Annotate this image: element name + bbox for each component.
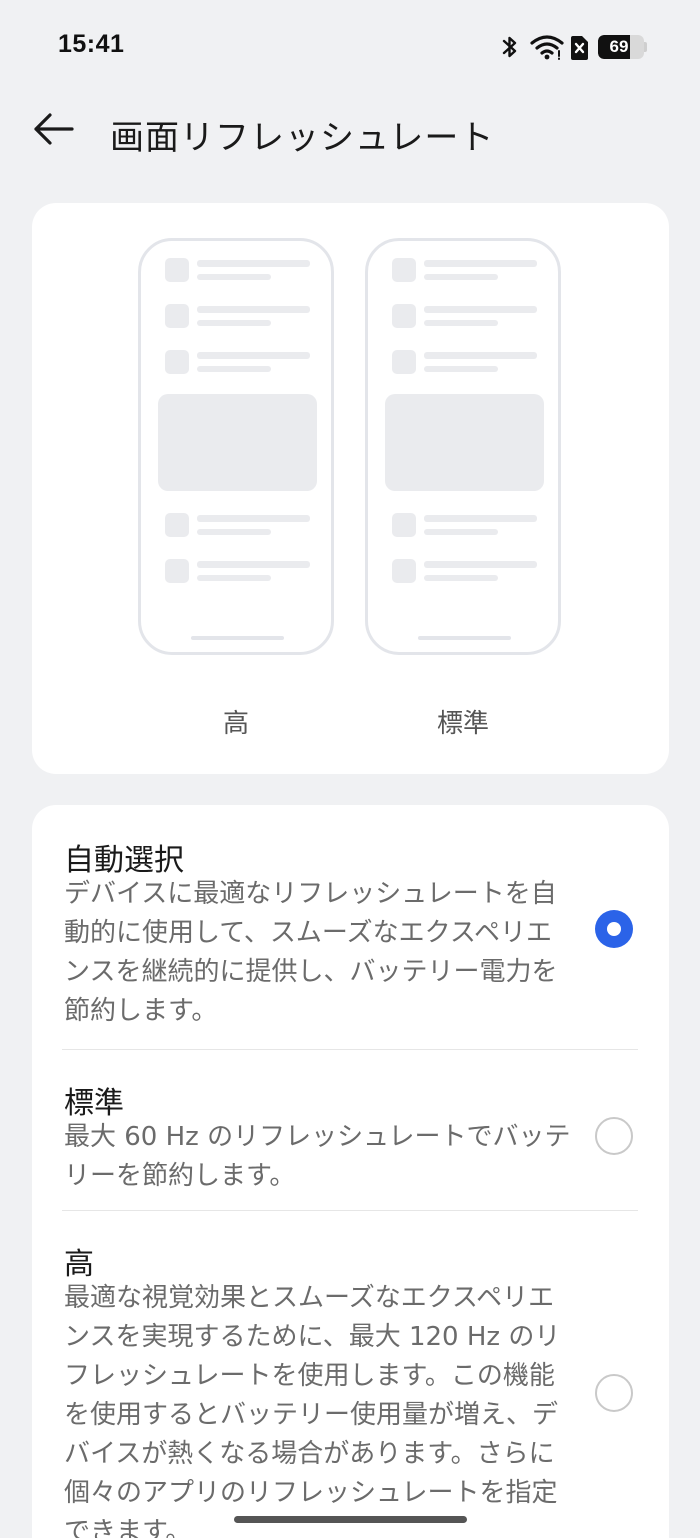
- preview-image-block: [158, 394, 317, 491]
- preview-image-block: [385, 394, 544, 491]
- preview-list-item: [165, 258, 313, 282]
- preview-list-item: [392, 350, 540, 374]
- bluetooth-icon: [502, 34, 518, 64]
- option-description: 最適な視覚効果とスムーズなエクスペリエ ンスを実現するために、最大 120 Hz…: [64, 1283, 561, 1538]
- battery-level: 69: [609, 37, 629, 56]
- arrow-left-icon: [34, 113, 74, 145]
- preview-list-item: [165, 559, 313, 583]
- page-title: 画面リフレッシュレート: [110, 118, 495, 158]
- battery-tip: [644, 42, 647, 52]
- radio-high[interactable]: [595, 1374, 633, 1412]
- preview-list-item: [392, 304, 540, 328]
- option-standard[interactable]: 標準 最大 60 Hz のリフレッシュレートでバッテ リーを節約します。: [32, 1050, 669, 1210]
- home-indicator[interactable]: [234, 1516, 467, 1523]
- status-time: 15:41: [58, 30, 125, 58]
- option-high[interactable]: 高 最適な視覚効果とスムーズなエクスペリエ ンスを実現するために、最大 120 …: [32, 1211, 669, 1538]
- preview-list-item: [165, 350, 313, 374]
- preview-list-item: [392, 513, 540, 537]
- phone-preview-standard: [365, 238, 561, 655]
- status-bar: 15:41 69: [0, 0, 700, 90]
- preview-label-high: 高: [222, 709, 249, 739]
- option-auto[interactable]: 自動選択 デバイスに最適なリフレッシュレートを自 動的に使用して、スムーズなエク…: [32, 805, 669, 1049]
- refresh-rate-options: 自動選択 デバイスに最適なリフレッシュレートを自 動的に使用して、スムーズなエク…: [32, 805, 669, 1538]
- refresh-rate-preview-card: 高 標準: [32, 203, 669, 774]
- preview-home-indicator: [418, 636, 511, 640]
- option-title: 自動選択: [64, 843, 184, 878]
- back-button[interactable]: [24, 104, 84, 154]
- phone-preview-high: [138, 238, 334, 655]
- preview-list-item: [165, 304, 313, 328]
- option-description: 最大 60 Hz のリフレッシュレートでバッテ リーを節約します。: [64, 1122, 571, 1191]
- option-title: 標準: [64, 1086, 124, 1121]
- radio-standard[interactable]: [595, 1117, 633, 1155]
- option-description: デバイスに最適なリフレッシュレートを自 動的に使用して、スムーズなエクスペリエ …: [64, 879, 558, 1026]
- preview-list-item: [165, 513, 313, 537]
- preview-label-standard: 標準: [436, 709, 489, 739]
- battery-icon: 69: [598, 35, 644, 59]
- preview-list-item: [392, 559, 540, 583]
- header: 画面リフレッシュレート: [0, 90, 700, 170]
- preview-list-item: [392, 258, 540, 282]
- option-title: 高: [64, 1247, 94, 1282]
- wifi-icon: [530, 34, 564, 64]
- preview-home-indicator: [191, 636, 284, 640]
- no-sim-icon: [568, 35, 590, 65]
- radio-auto[interactable]: [595, 910, 633, 948]
